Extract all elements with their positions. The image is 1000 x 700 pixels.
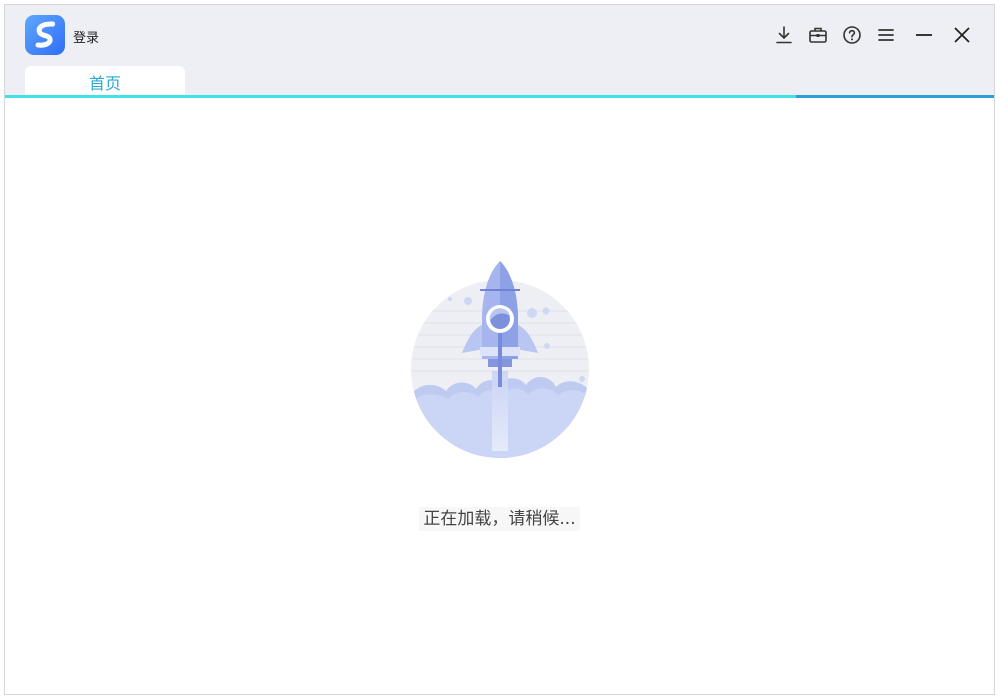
help-icon[interactable] bbox=[840, 23, 864, 47]
close-icon[interactable] bbox=[950, 23, 974, 47]
app-logo-icon bbox=[25, 15, 65, 55]
title-bar: 登录 首页 bbox=[5, 5, 994, 97]
minimize-icon[interactable] bbox=[912, 23, 936, 47]
menu-icon[interactable] bbox=[874, 23, 898, 47]
download-icon[interactable] bbox=[772, 23, 796, 47]
tab-home[interactable]: 首页 bbox=[25, 66, 185, 97]
window-controls bbox=[762, 23, 974, 47]
loading-message-text: 正在加载，请稍候... bbox=[419, 507, 580, 531]
tab-home-label: 首页 bbox=[88, 73, 121, 93]
main-content: 正在加载，请稍候... bbox=[5, 98, 994, 694]
app-window: 登录 首页 正在加载，请稍候... bbox=[4, 4, 995, 695]
rocket-launch-illustration bbox=[410, 261, 590, 465]
toolbox-icon[interactable] bbox=[806, 23, 830, 47]
loading-message: 正在加载，请稍候... bbox=[5, 504, 994, 531]
login-link[interactable]: 登录 bbox=[73, 27, 99, 46]
